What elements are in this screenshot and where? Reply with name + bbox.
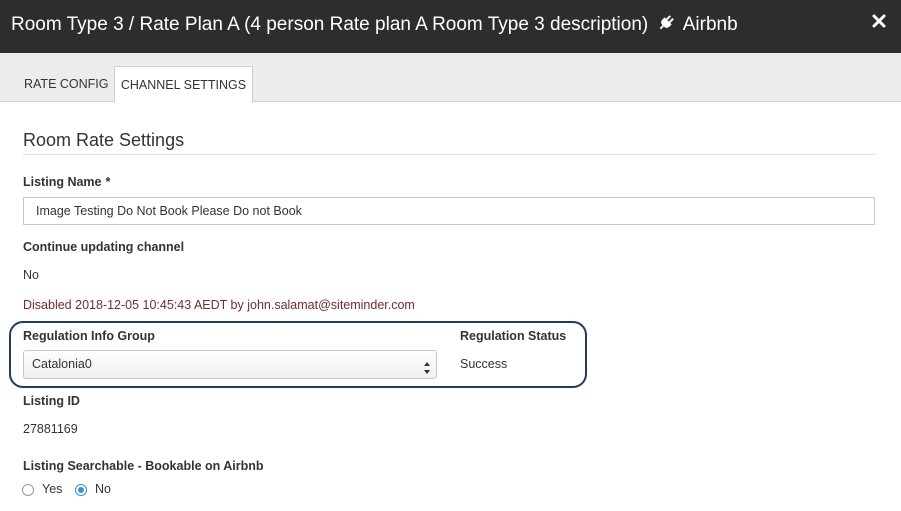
select-arrows-icon	[423, 358, 431, 374]
continue-updating-label: Continue updating channel	[23, 240, 185, 254]
listing-name-label: Listing Name *	[23, 175, 111, 189]
section-title: Room Rate Settings	[23, 130, 185, 150]
tab-rate-config[interactable]: RATE CONFIG	[12, 66, 121, 102]
regulation-status-value: Success	[460, 357, 508, 371]
radio-yes-circle[interactable]	[22, 484, 34, 496]
regulation-group-value: Catalonia0	[32, 357, 92, 371]
radio-no-label: No	[95, 482, 111, 496]
section-divider	[23, 154, 875, 155]
regulation-group-label: Regulation Info Group	[23, 329, 155, 343]
plug-icon	[657, 14, 675, 38]
continue-updating-value: No	[23, 268, 39, 282]
close-icon[interactable]	[871, 13, 887, 29]
listing-id-label: Listing ID	[23, 394, 80, 408]
tab-bar: RATE CONFIG CHANNEL SETTINGS	[0, 53, 901, 103]
searchable-label: Listing Searchable - Bookable on Airbnb	[23, 459, 264, 473]
disabled-note: Disabled 2018-12-05 10:45:43 AEDT by joh…	[23, 298, 415, 312]
radio-no-circle[interactable]	[75, 484, 87, 496]
radio-yes-label: Yes	[42, 482, 63, 496]
regulation-status-label: Regulation Status	[460, 329, 567, 343]
modal-header: Room Type 3 / Rate Plan A (4 person Rate…	[0, 0, 901, 53]
regulation-group-select[interactable]: Catalonia0	[23, 350, 437, 379]
modal-title: Room Type 3 / Rate Plan A (4 person Rate…	[11, 14, 738, 38]
tab-channel-settings[interactable]: CHANNEL SETTINGS	[114, 66, 253, 103]
modal-channel-name: Airbnb	[682, 14, 738, 35]
listing-id-value: 27881169	[23, 422, 78, 436]
modal-title-text: Room Type 3 / Rate Plan A (4 person Rate…	[11, 14, 649, 35]
listing-name-input[interactable]: Image Testing Do Not Book Please Do not …	[23, 197, 875, 225]
required-mark: *	[105, 175, 111, 189]
